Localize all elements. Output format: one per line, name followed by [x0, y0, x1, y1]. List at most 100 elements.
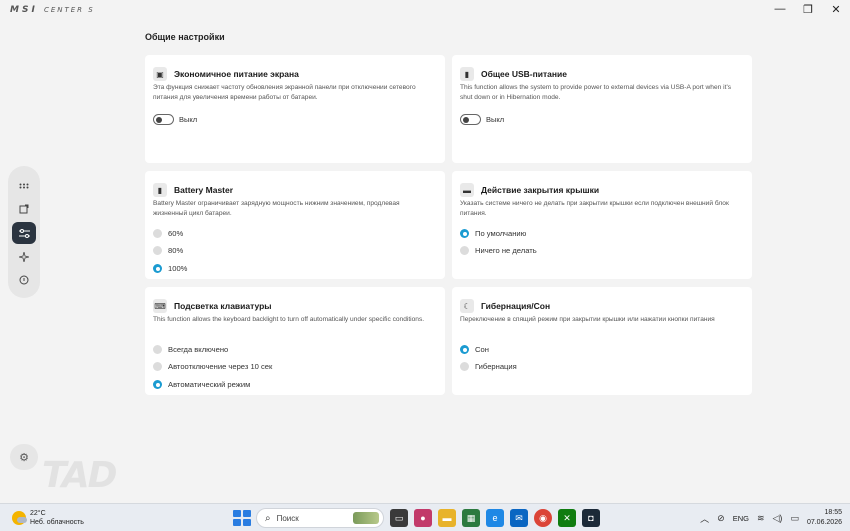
- title-bar: MSI CENTER S — ❐ ✕: [0, 0, 850, 18]
- file-explorer-icon[interactable]: ▬: [438, 509, 456, 527]
- laptop-icon: ▬: [460, 183, 474, 197]
- backlight-option-auto-off-10s[interactable]: Автоотключение через 10 сек: [153, 362, 272, 371]
- radio-button[interactable]: [153, 345, 162, 354]
- maximize-button[interactable]: ❐: [794, 0, 822, 18]
- system-tray: ︿ ⊘ ENG ≋ ◁) ▭ 18:55 07.06.2026: [700, 508, 842, 528]
- keyboard-icon: ⌨: [153, 299, 167, 313]
- radio-button[interactable]: [460, 362, 469, 371]
- eco-power-toggle[interactable]: [153, 114, 174, 125]
- card-title: Общее USB-питание: [481, 69, 567, 79]
- edge-browser-icon[interactable]: e: [486, 509, 504, 527]
- taskbar-search[interactable]: ⌕ Поиск: [256, 508, 384, 528]
- moon-icon: ☾: [460, 299, 474, 313]
- battery-option-60[interactable]: 60%: [153, 229, 183, 238]
- display-icon: ▣: [153, 67, 167, 81]
- app-icon[interactable]: ●: [414, 509, 432, 527]
- watermark-logo: TAD: [42, 455, 118, 496]
- msi-center-logo: MSI CENTER S: [10, 5, 95, 15]
- mail-icon[interactable]: ✉: [510, 509, 528, 527]
- radio-button[interactable]: [153, 362, 162, 371]
- task-view-icon[interactable]: ▭: [390, 509, 408, 527]
- card-title: Гибернация/Сон: [481, 301, 551, 311]
- chrome-icon[interactable]: ◉: [534, 509, 552, 527]
- card-title: Действие закрытия крышки: [481, 185, 600, 195]
- hibernate-option-hibernate[interactable]: Гибернация: [460, 362, 517, 371]
- xbox-icon[interactable]: ✕: [558, 509, 576, 527]
- radio-button-selected[interactable]: [460, 345, 469, 354]
- minimize-button[interactable]: —: [766, 0, 794, 18]
- radio-label: Гибернация: [475, 362, 517, 371]
- clock-date: 07.06.2026: [806, 519, 842, 526]
- close-button[interactable]: ✕: [822, 0, 850, 18]
- battery-icon: ▮: [153, 183, 167, 197]
- radio-label: Всегда включено: [168, 345, 229, 354]
- card-lid-close-action: ▬ Действие закрытия крышки Указать систе…: [452, 171, 752, 279]
- weather-condition: Неб. облачность: [30, 519, 84, 526]
- usb-icon: ▮: [460, 67, 474, 81]
- eco-power-toggle-row[interactable]: Выкл: [153, 114, 197, 125]
- card-title: Battery Master: [174, 185, 234, 195]
- windows-taskbar: 22°C Неб. облачность ⌕ Поиск ▭ ● ▬ ▦ e ✉…: [0, 503, 850, 531]
- wifi-icon[interactable]: ≋: [757, 513, 765, 524]
- hibernate-option-sleep[interactable]: Сон: [460, 345, 489, 354]
- lid-option-default[interactable]: По умолчанию: [460, 229, 526, 238]
- card-usb-power: ▮ Общее USB-питание This function allows…: [452, 55, 752, 163]
- toggle-label: Выкл: [486, 115, 505, 124]
- radio-label: Автоматический режим: [168, 380, 251, 389]
- ai-sparkle-icon[interactable]: [13, 247, 35, 267]
- language-indicator[interactable]: ENG: [733, 514, 749, 523]
- radio-label: Сон: [475, 345, 489, 354]
- partly-cloudy-icon: [12, 511, 27, 525]
- general-settings-sliders-icon[interactable]: [12, 222, 36, 244]
- battery-option-100[interactable]: 100%: [153, 264, 187, 273]
- lid-option-do-nothing[interactable]: Ничего не делать: [460, 246, 537, 255]
- clock[interactable]: 18:55 07.06.2026: [807, 508, 842, 528]
- card-description: This function allows the keyboard backli…: [153, 316, 425, 323]
- card-hibernate-sleep: ☾ Гибернация/Сон Переключение в спящий р…: [452, 287, 752, 395]
- backlight-option-always-on[interactable]: Всегда включено: [153, 345, 228, 354]
- support-chat-icon[interactable]: [13, 270, 35, 290]
- clock-time: 18:55: [824, 509, 842, 516]
- volume-icon[interactable]: ◁): [773, 513, 783, 524]
- logo-subtext: CENTER S: [43, 6, 95, 14]
- radio-label: 80%: [168, 246, 184, 255]
- weather-widget[interactable]: 22°C Неб. облачность: [12, 509, 84, 527]
- settings-gear-icon[interactable]: ⚙: [10, 444, 38, 470]
- notifications-off-icon[interactable]: ⊘: [717, 513, 725, 524]
- chevron-up-icon[interactable]: ︿: [700, 512, 709, 525]
- radio-label: По умолчанию: [475, 229, 527, 238]
- window-controls: — ❐ ✕: [766, 0, 850, 18]
- radio-button[interactable]: [153, 229, 162, 238]
- radio-button[interactable]: [460, 246, 469, 255]
- card-title: Подсветка клавиатуры: [174, 301, 272, 311]
- logo-text: MSI: [10, 5, 38, 15]
- taskbar-apps: ⌕ Поиск ▭ ● ▬ ▦ e ✉ ◉ ✕ ◘: [232, 508, 600, 528]
- radio-button-selected[interactable]: [460, 229, 469, 238]
- card-keyboard-backlight: ⌨ Подсветка клавиатуры This function all…: [145, 287, 445, 395]
- toggle-label: Выкл: [179, 115, 198, 124]
- start-button[interactable]: [232, 509, 251, 527]
- radio-label: 60%: [168, 229, 184, 238]
- usb-power-toggle-row[interactable]: Выкл: [460, 114, 504, 125]
- card-description: Указать системе ничего не делать при зак…: [460, 200, 729, 217]
- radio-button-selected[interactable]: [153, 380, 162, 389]
- search-icon: ⌕: [265, 512, 271, 524]
- battery-option-80[interactable]: 80%: [153, 246, 183, 255]
- sidebar-rail: [8, 166, 40, 298]
- card-title: Экономичное питание экрана: [174, 69, 299, 79]
- app-icon[interactable]: ▦: [462, 509, 480, 527]
- card-description: Эта функция снижает частоту обновления э…: [153, 84, 416, 101]
- weather-temperature: 22°C: [30, 510, 46, 517]
- radio-button[interactable]: [153, 246, 162, 255]
- dashboard-grid-icon[interactable]: [13, 176, 35, 196]
- radio-label: 100%: [168, 264, 188, 273]
- card-description: Battery Master ограничивает зарядную мощ…: [153, 200, 400, 217]
- battery-icon[interactable]: ▭: [790, 513, 799, 524]
- search-highlight-image: [353, 512, 379, 524]
- radio-button-selected[interactable]: [153, 264, 162, 273]
- usb-power-toggle[interactable]: [460, 114, 481, 125]
- edit-icon[interactable]: [13, 199, 35, 219]
- msi-center-app-icon[interactable]: ◘: [582, 509, 600, 527]
- search-placeholder: Поиск: [276, 513, 299, 523]
- backlight-option-auto-mode[interactable]: Автоматический режим: [153, 380, 250, 389]
